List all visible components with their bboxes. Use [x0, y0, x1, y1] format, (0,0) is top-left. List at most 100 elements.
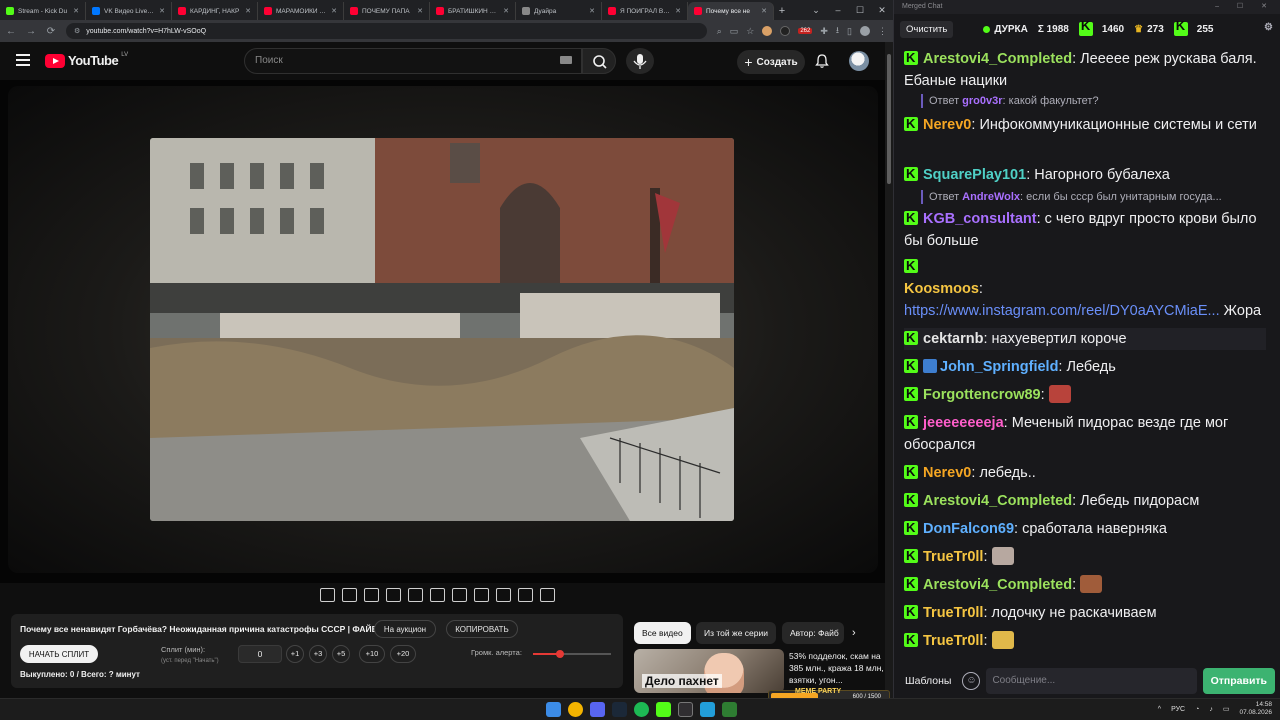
search-button[interactable] [582, 48, 616, 74]
browser-tab[interactable]: Почему все не ✕ [688, 2, 774, 20]
tab-close-icon[interactable]: ✕ [761, 7, 767, 15]
voice-search-button[interactable] [626, 48, 654, 74]
extension-cookie-icon[interactable] [762, 26, 773, 36]
tab-close-icon[interactable]: ✕ [503, 7, 509, 15]
steam-icon[interactable] [612, 702, 627, 717]
chat-username[interactable]: KGB_consultant [923, 211, 1037, 227]
start-windows-icon[interactable] [546, 702, 561, 717]
browser-tab[interactable]: КАРДИНГ, НАКР ✕ [172, 2, 258, 20]
cast-icon[interactable]: ▭ [730, 26, 739, 37]
back-icon[interactable]: ← [6, 26, 16, 37]
omnibox[interactable]: ⚙ youtube.com/watch?v=H7hLW-vSOoQ [66, 23, 707, 39]
tab-search-icon[interactable]: ⌄ [805, 0, 827, 20]
clapper-icon[interactable] [386, 588, 401, 602]
reply-nick[interactable]: gro0v3r [962, 95, 1002, 107]
browser-menu-icon[interactable]: ⋮ [878, 26, 887, 37]
chat-username[interactable]: DonFalcon69 [923, 521, 1014, 537]
chat-username[interactable]: John_Springfield [940, 359, 1058, 375]
tab-close-icon[interactable]: ✕ [245, 7, 251, 15]
chat-message-list[interactable]: Arestovi4_Completed: Леееее реж рускава … [894, 46, 1274, 660]
split-step-button[interactable]: +20 [390, 645, 416, 663]
clock[interactable]: 14:58 07.08.2026 [1239, 701, 1272, 717]
chat-username[interactable]: jeeeeeeeeja [923, 415, 1004, 431]
account-avatar[interactable] [849, 51, 869, 71]
chat-username[interactable]: SquarePlay101 [923, 167, 1026, 183]
zoom-icon[interactable]: ⌕ [717, 26, 722, 37]
chat-username[interactable]: Nerev0 [923, 117, 971, 133]
chat-username[interactable]: Arestovi4_Completed [923, 51, 1072, 67]
chat-username[interactable]: TrueTr0ll [923, 549, 983, 565]
loop-icon[interactable] [320, 588, 335, 602]
related-filter-chip[interactable]: Все видео [634, 622, 691, 644]
audio-icon[interactable] [342, 588, 357, 602]
split-step-button[interactable]: +10 [359, 645, 385, 663]
tab-close-icon[interactable]: ✕ [417, 7, 423, 15]
chevron-right-icon[interactable]: › [852, 627, 856, 639]
split-step-button[interactable]: +5 [332, 645, 350, 663]
add-icon[interactable] [474, 588, 489, 602]
emoji-icon[interactable]: ☺ [962, 672, 981, 690]
close-window-button[interactable]: ✕ [871, 0, 893, 20]
split-view-icon[interactable]: ▯ [847, 26, 852, 37]
browser-tab[interactable]: VK Видео Live — ✕ [86, 2, 172, 20]
battery-icon[interactable]: ▭ [1223, 705, 1230, 713]
related-video-title[interactable]: 53% подделок, скам на 385 млн., кража 18… [789, 650, 885, 686]
app-icon[interactable] [722, 702, 737, 717]
chat-message-input[interactable]: Сообщение... [986, 668, 1197, 694]
screenshot-icon[interactable] [496, 588, 511, 602]
tab-close-icon[interactable]: ✕ [589, 7, 595, 15]
obs-icon[interactable] [678, 702, 693, 717]
browser-tab[interactable]: ПОЧЕМУ ПАПА ✕ [344, 2, 430, 20]
chat-username[interactable]: Forgottencrow89 [923, 387, 1041, 403]
kick-app-icon[interactable] [656, 702, 671, 717]
extensions-puzzle-icon[interactable]: ✚ [820, 26, 828, 37]
site-info-icon[interactable]: ⚙ [74, 27, 80, 35]
copy-button[interactable]: КОПИРОВАТЬ [446, 620, 518, 638]
tab-close-icon[interactable]: ✕ [331, 7, 337, 15]
speaker-icon[interactable]: ♪ [1209, 706, 1213, 713]
chat-username[interactable]: cektarnb [923, 331, 983, 347]
create-button[interactable]: + Создать [737, 50, 805, 74]
tray-chevron-icon[interactable]: ^ [1158, 706, 1161, 713]
chrome-icon[interactable] [568, 702, 583, 717]
templates-button[interactable]: Шаблоны [900, 671, 956, 691]
lang-indicator[interactable]: РУС [1171, 706, 1185, 713]
browser-tab[interactable]: МАРАМОЙКИ УЧ ✕ [258, 2, 344, 20]
browser-tab[interactable]: Stream - Kick Du ✕ [0, 2, 86, 20]
reload-icon[interactable]: ⟳ [46, 26, 56, 37]
tab-close-icon[interactable]: ✕ [159, 7, 165, 15]
profile-icon[interactable] [860, 26, 870, 36]
page-scrollbar[interactable] [885, 42, 893, 698]
forward-icon[interactable]: → [26, 26, 36, 37]
tab-close-icon[interactable]: ✕ [73, 7, 79, 15]
related-video-thumbnail[interactable]: Дело пахнет [634, 649, 784, 693]
split-step-button[interactable]: +1 [286, 645, 304, 663]
alert-volume-slider[interactable] [533, 650, 611, 658]
browser-tab[interactable]: Дуайра ✕ [516, 2, 602, 20]
chat-username[interactable]: Arestovi4_Completed [923, 577, 1072, 593]
browser-tab[interactable]: Я ПОИГРАЛ В WA ✕ [602, 2, 688, 20]
telegram-icon[interactable] [700, 702, 715, 717]
speed-icon[interactable] [452, 588, 467, 602]
discord-icon[interactable] [590, 702, 605, 717]
split-step-button[interactable]: +3 [309, 645, 327, 663]
extension-badge[interactable]: 262 [798, 28, 813, 34]
reply-nick[interactable]: AndreWolx [962, 191, 1020, 203]
search-input[interactable]: Поиск [244, 48, 582, 74]
downloads-icon[interactable]: ⭳ [836, 23, 839, 39]
new-tab-button[interactable]: + [774, 2, 790, 20]
picture-in-picture-icon[interactable] [408, 588, 423, 602]
split-minutes-input[interactable]: 0 [238, 645, 282, 663]
gear-icon[interactable] [540, 588, 555, 602]
chat-window-controls[interactable]: – ☐ ✕ [1215, 2, 1275, 10]
chat-link[interactable]: https://www.instagram.com/reel/DY0aAYCMi… [904, 303, 1220, 319]
chat-username[interactable]: TrueTr0ll [923, 605, 983, 621]
clear-chat-button[interactable]: Очистить [900, 20, 954, 38]
maximize-button[interactable]: ☐ [849, 0, 871, 20]
chat-username[interactable]: Arestovi4_Completed [923, 493, 1072, 509]
browser-tab[interactable]: БРАТИШКИН ССЕ ✕ [430, 2, 516, 20]
flask-icon[interactable] [518, 588, 533, 602]
send-button[interactable]: Отправить [1202, 668, 1275, 694]
related-filter-chip[interactable]: Из той же серии [696, 622, 776, 644]
hamburger-menu-icon[interactable] [16, 54, 30, 66]
